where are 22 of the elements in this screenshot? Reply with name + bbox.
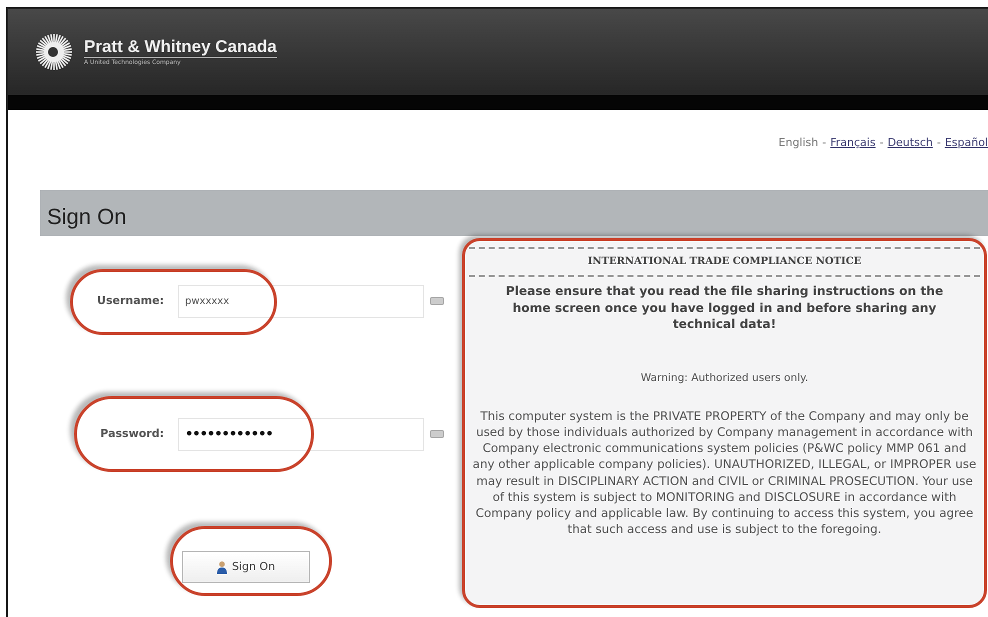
password-field[interactable]: •••••••••••• xyxy=(178,418,424,450)
keyboard-key-icon[interactable] xyxy=(430,297,444,305)
field-label: Username: xyxy=(96,292,165,309)
brand-name: Pratt & Whitney Canada xyxy=(84,38,277,58)
language-link[interactable]: Deutsch xyxy=(888,136,933,149)
language-separator: - xyxy=(880,136,884,149)
logo-icon xyxy=(34,32,74,72)
section-title: Sign On xyxy=(40,190,988,236)
language-separator: - xyxy=(822,136,826,149)
keyboard-key-icon[interactable] xyxy=(430,430,444,438)
warning-text: Warning: Authorized users only. xyxy=(640,371,810,386)
notice-title: INTERNATIONAL TRADE COMPLIANCE NOTICE xyxy=(586,255,862,269)
language-link[interactable]: Español xyxy=(944,136,988,149)
legal-notice-text: This computer system is the PRIVATE PROPERTY of the Company and may only be used by those individuals authorized by Company management in accordance with Company electronic communications system policies (P&WC policy MMP 061 and any other applicable company policies). UNAUTHORIZED, ILLEGAL, or IMPROPER use may result in DISCIPLINARY ACTION and CIVIL or CRIMINAL PROSECUTION. Your use of this system is subject to MONITORING and DISCLOSURE in accordance with Company policy and applicable law. By continuing to access this system, you agree that such access and use is subject to the foregoing. xyxy=(472,408,978,538)
language-current: English xyxy=(778,136,818,149)
sign-on-button[interactable]: Sign On xyxy=(182,551,310,583)
user-icon xyxy=(216,560,227,574)
username-field[interactable]: pwxxxxx xyxy=(178,284,424,318)
field-label: Password: xyxy=(99,426,165,442)
language-separator: - xyxy=(936,136,941,149)
language-link[interactable]: Français xyxy=(830,136,876,149)
notice-instructions: Please ensure that you read the file sharing instructions on the home screen once you have logged in and before sharing any technical data! xyxy=(504,282,944,334)
